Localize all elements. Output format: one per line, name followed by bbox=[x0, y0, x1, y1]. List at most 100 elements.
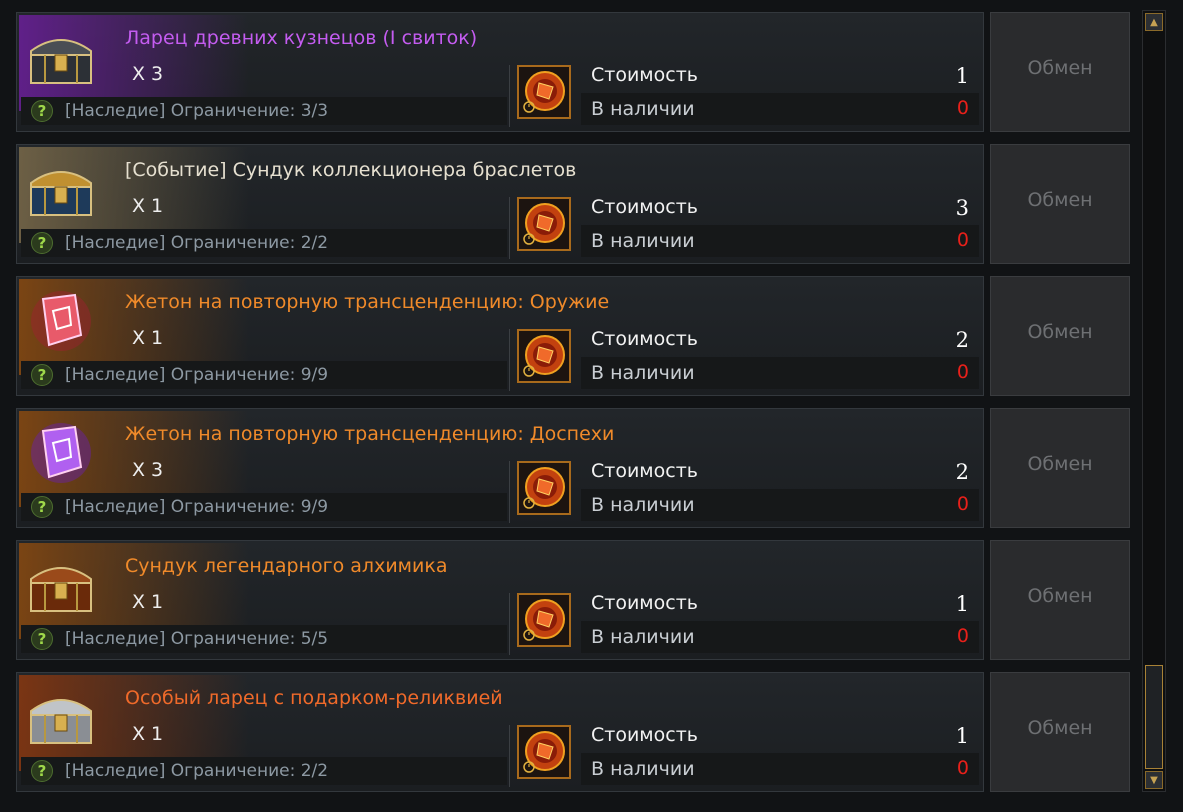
stock-value: 0 bbox=[956, 757, 969, 779]
exchange-button[interactable]: Обмен bbox=[990, 672, 1130, 792]
exchange-button[interactable]: Обмен bbox=[990, 12, 1130, 132]
exchange-row: Жетон на повторную трансценденцию: Оружи… bbox=[16, 276, 1136, 396]
help-icon[interactable]: ? bbox=[31, 496, 53, 518]
limit-text: [Наследие] Ограничение: 5/5 bbox=[65, 629, 329, 649]
item-card: Жетон на повторную трансценденцию: Оружи… bbox=[16, 276, 984, 396]
cost-value: 1 bbox=[955, 64, 969, 88]
chest-icon[interactable] bbox=[23, 679, 99, 755]
exchange-label: Обмен bbox=[1027, 585, 1093, 607]
divider bbox=[509, 197, 510, 259]
price-row: Стоимость 1 bbox=[581, 721, 979, 751]
exchange-row: Сундук легендарного алхимика X 1 ? [Насл… bbox=[16, 540, 1136, 660]
exchange-button[interactable]: Обмен bbox=[990, 144, 1130, 264]
limit-bar: ? [Наследие] Ограничение: 2/2 bbox=[21, 229, 507, 257]
cost-label: Стоимость bbox=[591, 460, 698, 482]
scroll-down-button[interactable]: ▼ bbox=[1145, 771, 1163, 789]
divider bbox=[509, 593, 510, 655]
item-quantity: X 1 bbox=[132, 195, 164, 217]
item-card: Особый ларец с подарком-реликвией X 1 ? … bbox=[16, 672, 984, 792]
currency-icon[interactable] bbox=[517, 461, 571, 515]
help-icon[interactable]: ? bbox=[31, 628, 53, 650]
exchange-row: [Событие] Сундук коллекционера браслетов… bbox=[16, 144, 1136, 264]
stock-value: 0 bbox=[956, 361, 969, 383]
limit-text: [Наследие] Ограничение: 2/2 bbox=[65, 761, 329, 781]
divider bbox=[509, 461, 510, 523]
cost-label: Стоимость bbox=[591, 328, 698, 350]
help-icon[interactable]: ? bbox=[31, 760, 53, 782]
scrollbar[interactable]: ▲ ▼ bbox=[1142, 10, 1166, 792]
stock-value: 0 bbox=[956, 229, 969, 251]
stock-label: В наличии bbox=[591, 758, 695, 780]
exchange-list: Ларец древних кузнецов (I свиток) X 3 ? … bbox=[16, 12, 1136, 804]
cost-value: 1 bbox=[955, 592, 969, 616]
cost-label: Стоимость bbox=[591, 724, 698, 746]
exchange-label: Обмен bbox=[1027, 717, 1093, 739]
token-icon[interactable] bbox=[23, 415, 99, 491]
stock-value: 0 bbox=[956, 97, 969, 119]
item-name: Жетон на повторную трансценденцию: Доспе… bbox=[125, 423, 615, 445]
item-name: Жетон на повторную трансценденцию: Оружи… bbox=[125, 291, 610, 313]
stock-label: В наличии bbox=[591, 362, 695, 384]
item-card: [Событие] Сундук коллекционера браслетов… bbox=[16, 144, 984, 264]
stock-row: В наличии 0 bbox=[581, 93, 979, 125]
item-quantity: X 1 bbox=[132, 591, 164, 613]
cost-label: Стоимость bbox=[591, 592, 698, 614]
exchange-button[interactable]: Обмен bbox=[990, 540, 1130, 660]
price-row: Стоимость 2 bbox=[581, 457, 979, 487]
currency-icon[interactable] bbox=[517, 197, 571, 251]
divider bbox=[509, 725, 510, 787]
limit-text: [Наследие] Ограничение: 9/9 bbox=[65, 365, 329, 385]
exchange-button[interactable]: Обмен bbox=[990, 408, 1130, 528]
scroll-thumb[interactable] bbox=[1145, 665, 1163, 769]
item-quantity: X 1 bbox=[132, 327, 164, 349]
exchange-label: Обмен bbox=[1027, 57, 1093, 79]
stock-value: 0 bbox=[956, 625, 969, 647]
stock-label: В наличии bbox=[591, 494, 695, 516]
exchange-label: Обмен bbox=[1027, 321, 1093, 343]
exchange-label: Обмен bbox=[1027, 453, 1093, 475]
stock-label: В наличии bbox=[591, 230, 695, 252]
help-icon[interactable]: ? bbox=[31, 100, 53, 122]
limit-bar: ? [Наследие] Ограничение: 3/3 bbox=[21, 97, 507, 125]
item-card: Ларец древних кузнецов (I свиток) X 3 ? … bbox=[16, 12, 984, 132]
token-icon[interactable] bbox=[23, 283, 99, 359]
arrow-up-icon: ▲ bbox=[1150, 16, 1158, 28]
price-row: Стоимость 2 bbox=[581, 325, 979, 355]
price-row: Стоимость 1 bbox=[581, 589, 979, 619]
item-quantity: X 3 bbox=[132, 459, 164, 481]
cost-value: 1 bbox=[955, 724, 969, 748]
stock-row: В наличии 0 bbox=[581, 621, 979, 653]
stock-label: В наличии bbox=[591, 98, 695, 120]
help-icon[interactable]: ? bbox=[31, 364, 53, 386]
stock-value: 0 bbox=[956, 493, 969, 515]
currency-icon[interactable] bbox=[517, 725, 571, 779]
cost-value: 2 bbox=[955, 328, 969, 352]
stock-row: В наличии 0 bbox=[581, 489, 979, 521]
item-quantity: X 3 bbox=[132, 63, 164, 85]
item-name: [Событие] Сундук коллекционера браслетов bbox=[125, 159, 577, 181]
limit-bar: ? [Наследие] Ограничение: 9/9 bbox=[21, 361, 507, 389]
cost-label: Стоимость bbox=[591, 64, 698, 86]
divider bbox=[509, 65, 510, 127]
limit-text: [Наследие] Ограничение: 9/9 bbox=[65, 497, 329, 517]
limit-bar: ? [Наследие] Ограничение: 5/5 bbox=[21, 625, 507, 653]
exchange-row: Особый ларец с подарком-реликвией X 1 ? … bbox=[16, 672, 1136, 792]
divider bbox=[509, 329, 510, 391]
scroll-up-button[interactable]: ▲ bbox=[1145, 13, 1163, 31]
stock-row: В наличии 0 bbox=[581, 225, 979, 257]
exchange-button[interactable]: Обмен bbox=[990, 276, 1130, 396]
item-quantity: X 1 bbox=[132, 723, 164, 745]
currency-icon[interactable] bbox=[517, 329, 571, 383]
chest-icon[interactable] bbox=[23, 151, 99, 227]
currency-icon[interactable] bbox=[517, 65, 571, 119]
stock-row: В наличии 0 bbox=[581, 357, 979, 389]
help-icon[interactable]: ? bbox=[31, 232, 53, 254]
cost-value: 3 bbox=[955, 196, 969, 220]
stock-label: В наличии bbox=[591, 626, 695, 648]
exchange-label: Обмен bbox=[1027, 189, 1093, 211]
currency-icon[interactable] bbox=[517, 593, 571, 647]
chest-icon[interactable] bbox=[23, 19, 99, 95]
cost-label: Стоимость bbox=[591, 196, 698, 218]
chest-icon[interactable] bbox=[23, 547, 99, 623]
item-name: Особый ларец с подарком-реликвией bbox=[125, 687, 503, 709]
